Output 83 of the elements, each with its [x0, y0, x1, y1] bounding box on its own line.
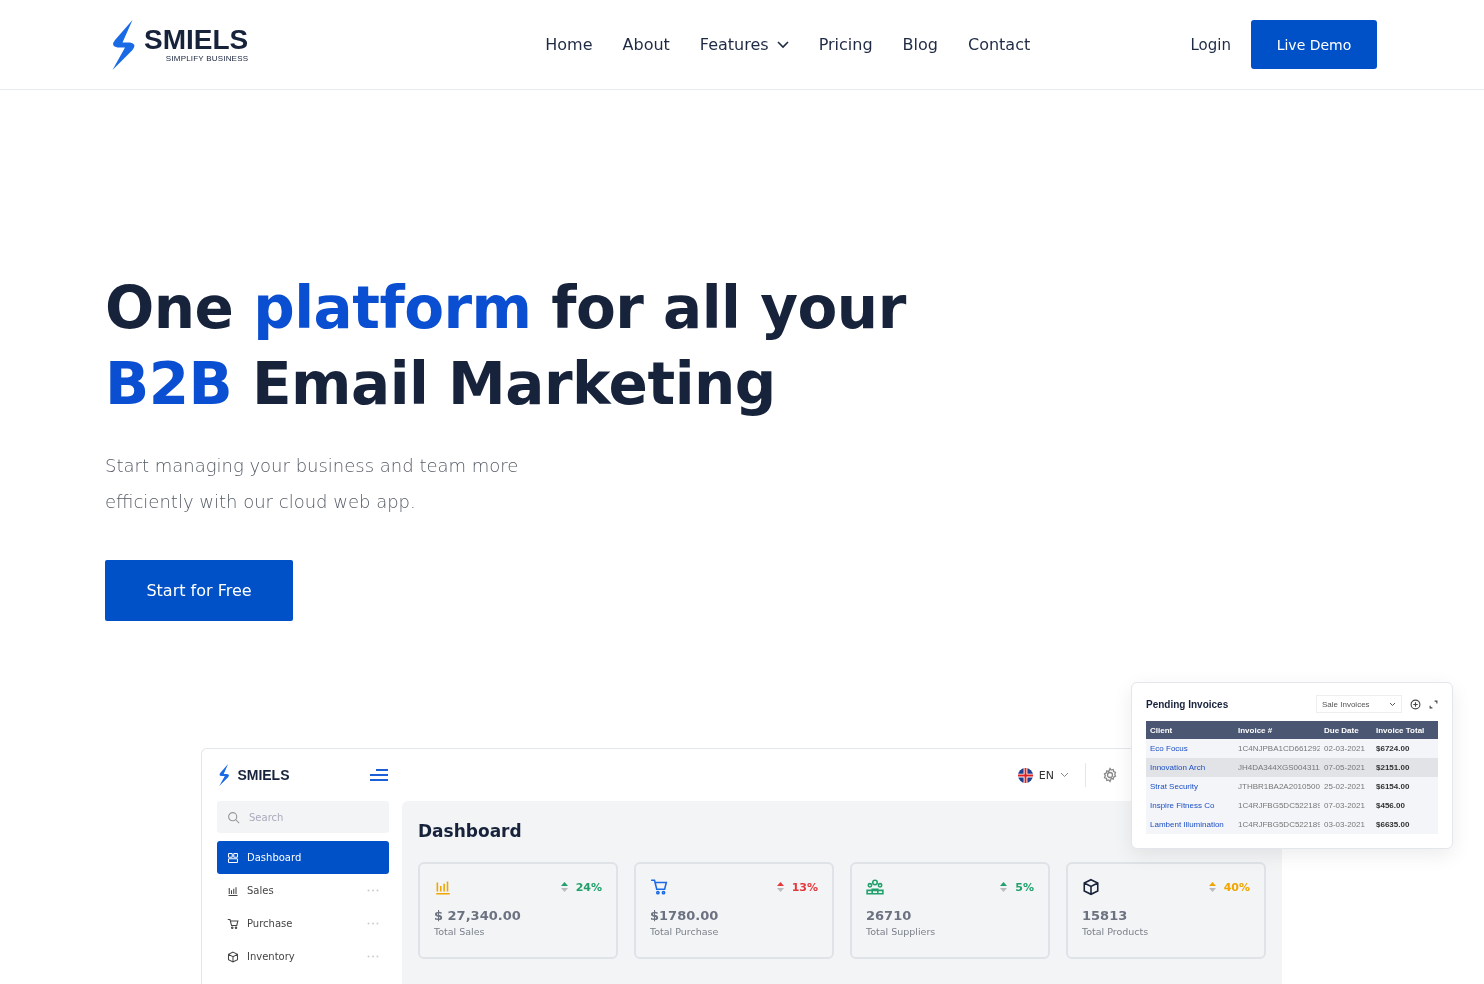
nav-link[interactable]: Blog: [902, 35, 938, 54]
menu-icon[interactable]: [370, 769, 388, 781]
add-icon[interactable]: [1410, 698, 1421, 710]
stat-label: Total Purchase: [650, 926, 720, 937]
sidebar-item[interactable]: Sales: [217, 874, 389, 907]
column-header: Invoice #: [1234, 721, 1320, 739]
chevron-down-icon: [1389, 701, 1396, 707]
more-icon: [367, 955, 379, 958]
cart-icon: [650, 878, 668, 896]
expand-icon[interactable]: [1429, 699, 1438, 709]
cart-icon: [227, 917, 239, 930]
trend-icon: [560, 882, 568, 892]
app-brand-name: SMIELS: [237, 768, 290, 782]
nav-link[interactable]: Home: [545, 35, 593, 54]
table-cell: 07-03-2021: [1320, 796, 1372, 815]
trend-icon: [776, 882, 784, 892]
flag-icon: [1017, 767, 1033, 783]
change-percent: 5%: [1000, 880, 1034, 894]
table-cell: 1C4RJFBG5DC522189: [1234, 796, 1320, 815]
brand-tagline: SIMPLIFY BUSINESS: [165, 54, 249, 63]
nav-link[interactable]: Pricing: [818, 35, 873, 54]
stat-value: $ 27,340.00: [434, 908, 522, 923]
chevron-down-icon: [776, 40, 789, 49]
bar-chart-icon: [434, 878, 452, 896]
table-cell: 25-02-2021: [1320, 777, 1372, 796]
page-title: Dashboard: [418, 821, 522, 841]
table-cell: 02-03-2021: [1320, 739, 1372, 758]
hero-heading: B2B Email Marketing: [105, 349, 777, 420]
stat-label: Total Suppliers: [866, 926, 937, 937]
live-demo-button[interactable]: Live Demo: [1251, 20, 1377, 69]
box-icon: [1082, 878, 1100, 896]
brand-name: SMIELS: [144, 26, 249, 54]
change-percent: 40%: [1208, 880, 1250, 894]
client-link[interactable]: Innovation Arch: [1146, 758, 1234, 777]
stat-label: Total Products: [1082, 926, 1150, 937]
stat-value: 15813: [1082, 908, 1129, 923]
change-percent: 13%: [776, 880, 818, 894]
change-percent: 24%: [560, 880, 602, 894]
trend-icon: [1208, 882, 1216, 892]
settings-icon[interactable]: [1102, 767, 1118, 783]
client-link[interactable]: Eco Focus: [1146, 739, 1234, 758]
client-link[interactable]: Lambent Illumination: [1146, 815, 1234, 834]
stat-value: $1780.00: [650, 908, 720, 923]
bar-chart-icon: [227, 884, 239, 897]
column-header: Client: [1146, 721, 1234, 739]
box-icon: [227, 950, 239, 963]
trend-icon: [1000, 882, 1008, 892]
table-cell: $6635.00: [1372, 815, 1438, 834]
card-title: Pending Invoices: [1146, 698, 1230, 710]
chevron-down-icon: [1060, 772, 1069, 778]
more-icon: [367, 922, 379, 925]
more-icon: [367, 889, 379, 892]
login-link[interactable]: Login: [1190, 35, 1231, 54]
nav-link[interactable]: Features: [699, 35, 789, 54]
table-cell: $6724.00: [1372, 739, 1438, 758]
stat-label: Total Sales: [434, 926, 486, 937]
column-header: Due Date: [1320, 721, 1372, 739]
table-cell: $2151.00: [1372, 758, 1438, 777]
table-cell: 1C4NJPBA1CD661292: [1234, 739, 1320, 758]
people-icon: [866, 878, 884, 896]
invoice-type-select[interactable]: Sale Invoices: [1316, 695, 1402, 713]
nav-link[interactable]: Contact: [967, 35, 1031, 54]
table-cell: JTHBR1BA2A2010500: [1234, 777, 1320, 796]
nav-link[interactable]: About: [622, 35, 670, 54]
column-header: Invoice Total: [1372, 721, 1438, 739]
client-link[interactable]: Inspire Fitness Co: [1146, 796, 1234, 815]
table-cell: $456.00: [1372, 796, 1438, 815]
stat-value: 26710: [866, 908, 913, 923]
table-cell: $6154.00: [1372, 777, 1438, 796]
language-selector[interactable]: EN: [1017, 763, 1086, 787]
start-free-button[interactable]: Start for Free: [105, 560, 293, 621]
sidebar-item[interactable]: Inventory: [217, 940, 389, 973]
table-cell: 07-05-2021: [1320, 758, 1372, 777]
table-cell: JH4DA344XGS004311: [1234, 758, 1320, 777]
sidebar-item[interactable]: Dashboard: [217, 841, 389, 874]
hero-heading: One platform for all your: [105, 273, 908, 344]
grid-icon: [227, 851, 239, 864]
sidebar-item[interactable]: Purchase: [217, 907, 389, 940]
table-cell: 1C4RJFBG5DC522189: [1234, 815, 1320, 834]
client-link[interactable]: Strat Security: [1146, 777, 1234, 796]
search-field[interactable]: Search: [217, 801, 389, 833]
hero-subtitle: Start managing your business and team more efficiently with our cloud web app.: [105, 454, 520, 514]
table-cell: 03-03-2021: [1320, 815, 1372, 834]
